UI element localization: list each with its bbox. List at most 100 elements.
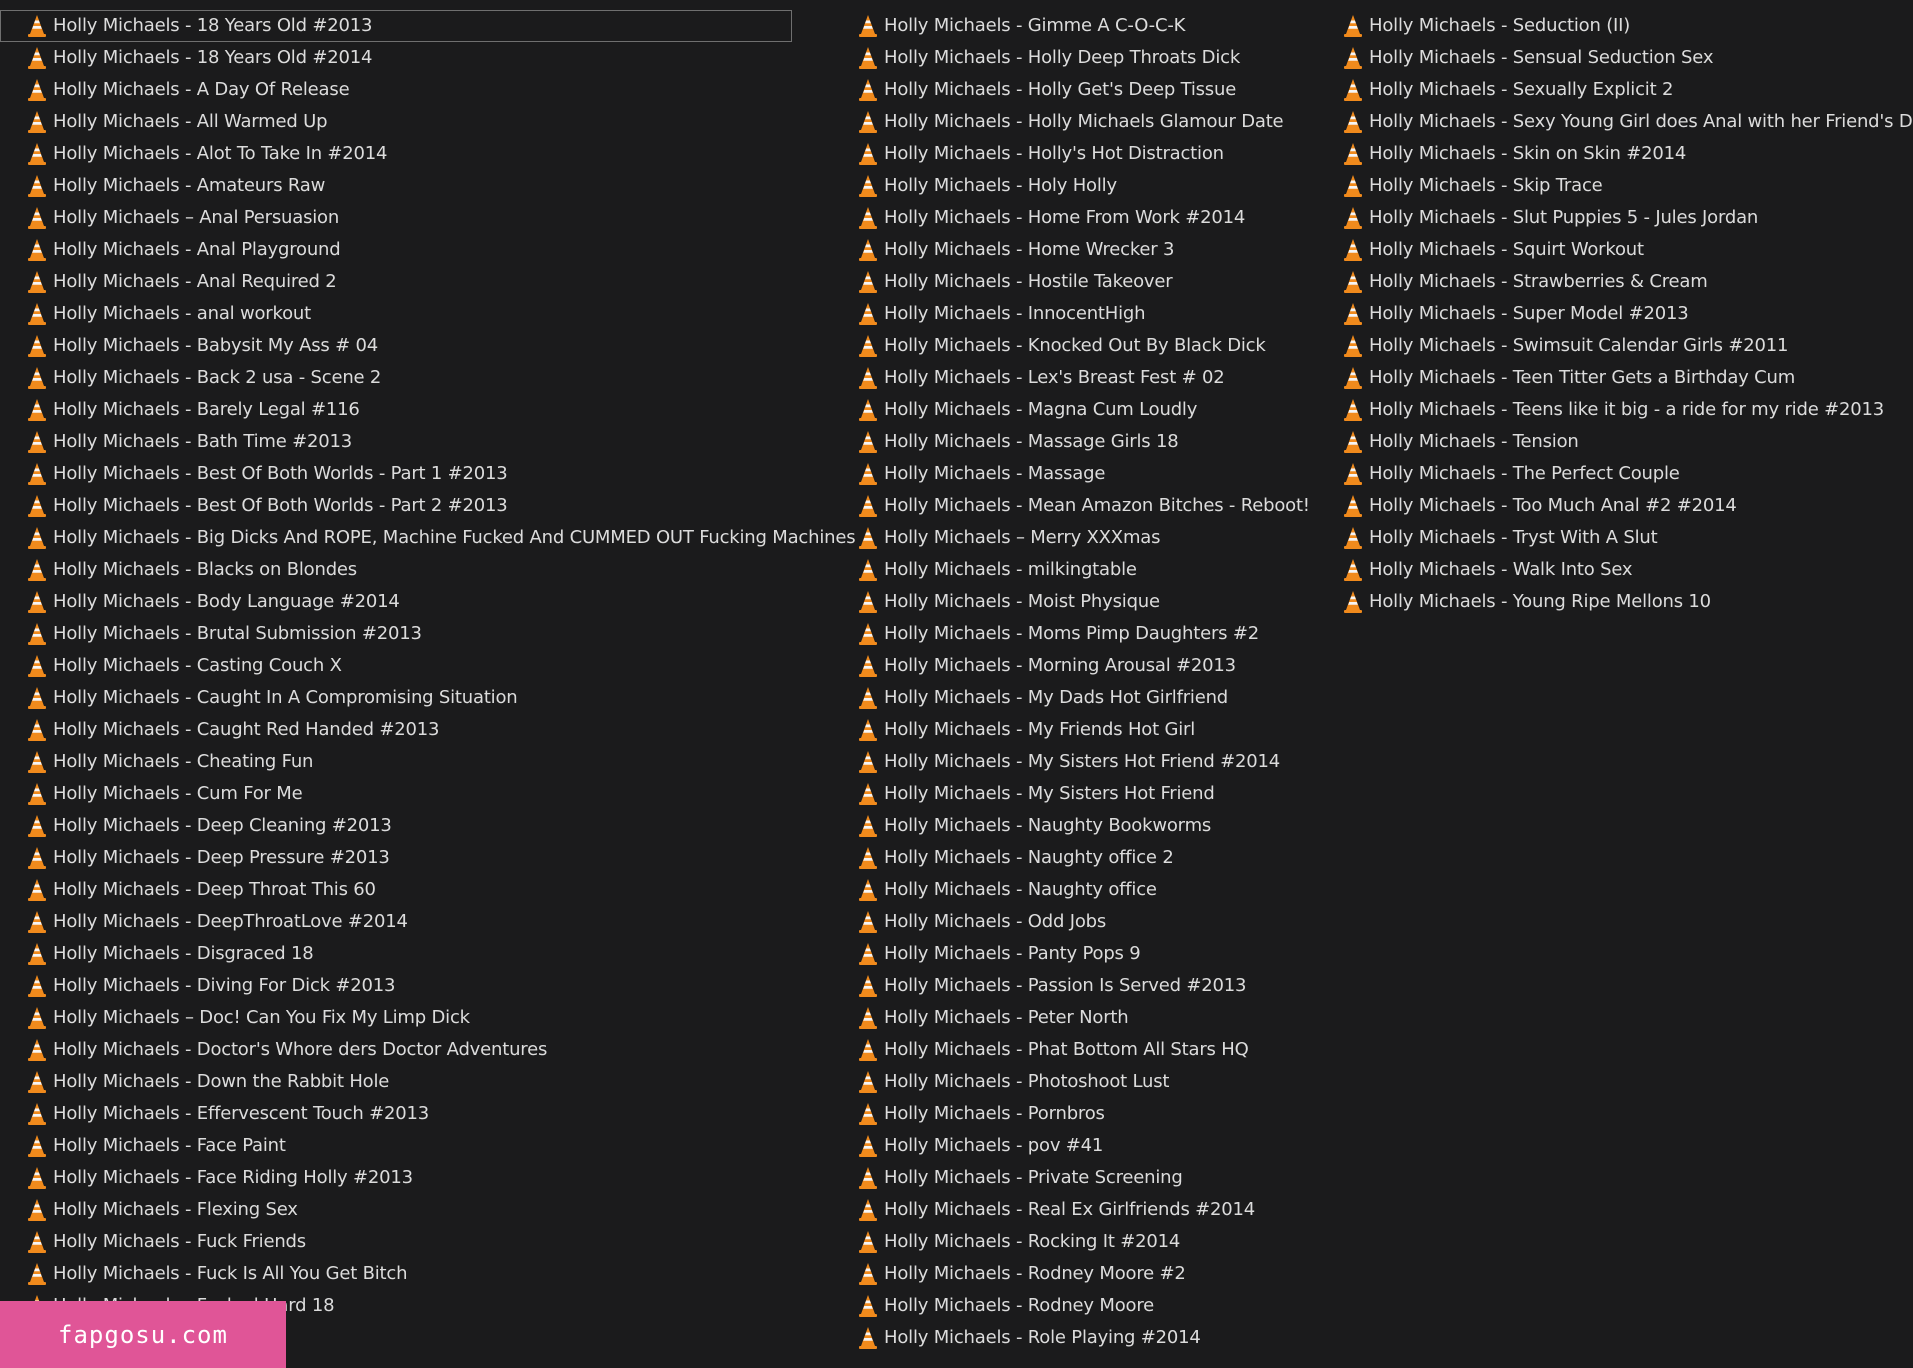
file-item[interactable]: Holly Michaels - 18 Years Old #2014 [0, 42, 792, 74]
file-item[interactable]: Holly Michaels - Best Of Both Worlds - P… [0, 458, 792, 490]
file-item[interactable]: Holly Michaels - Strawberries & Cream [1337, 266, 1897, 298]
file-item[interactable]: Holly Michaels - Big Dicks And ROPE, Mac… [0, 522, 856, 554]
file-item[interactable]: Holly Michaels - Tryst With A Slut [1337, 522, 1897, 554]
file-item[interactable]: Holly Michaels - Home Wrecker 3 [852, 234, 1322, 266]
file-item[interactable]: Holly Michaels - Holy Holly [852, 170, 1322, 202]
file-item[interactable]: Holly Michaels - Passion Is Served #2013 [852, 970, 1322, 1002]
file-item[interactable]: Holly Michaels - Down the Rabbit Hole [0, 1066, 792, 1098]
file-item[interactable]: Holly Michaels - Barely Legal #116 [0, 394, 792, 426]
file-item[interactable]: Holly Michaels - Caught In A Compromisin… [0, 682, 792, 714]
file-item[interactable]: Holly Michaels - Deep Throat This 60 [0, 874, 792, 906]
file-item[interactable]: Holly Michaels - Massage [852, 458, 1322, 490]
file-item[interactable]: Holly Michaels - Holly Michaels Glamour … [852, 106, 1322, 138]
file-item[interactable]: Holly Michaels - Skin on Skin #2014 [1337, 138, 1897, 170]
file-item[interactable]: Holly Michaels - pov #41 [852, 1130, 1322, 1162]
file-item[interactable]: Holly Michaels - Photoshoot Lust [852, 1066, 1322, 1098]
file-item[interactable]: Holly Michaels - Gimme A C-O-C-K [852, 10, 1322, 42]
file-item[interactable]: Holly Michaels - Rodney Moore #2 [852, 1258, 1322, 1290]
file-item[interactable]: Holly Michaels - Massage Girls 18 [852, 426, 1322, 458]
file-item[interactable]: Holly Michaels - Sexually Explicit 2 [1337, 74, 1897, 106]
file-item[interactable]: Holly Michaels - Deep Pressure #2013 [0, 842, 792, 874]
file-item[interactable]: Holly Michaels – Anal Persuasion [0, 202, 792, 234]
file-item[interactable]: Holly Michaels - Brutal Submission #2013 [0, 618, 792, 650]
file-item[interactable]: Holly Michaels - Mean Amazon Bitches - R… [852, 490, 1322, 522]
file-item[interactable]: Holly Michaels - Naughty office 2 [852, 842, 1322, 874]
file-item[interactable]: Holly Michaels - Real Ex Girlfriends #20… [852, 1194, 1322, 1226]
file-item[interactable]: Holly Michaels - Blacks on Blondes [0, 554, 792, 586]
file-item[interactable]: Holly Michaels - Naughty Bookworms [852, 810, 1322, 842]
file-item[interactable]: Holly Michaels - My Friends Hot Girl [852, 714, 1322, 746]
file-item[interactable]: Holly Michaels - Lex's Breast Fest # 02 [852, 362, 1322, 394]
file-item[interactable]: Holly Michaels - Hostile Takeover [852, 266, 1322, 298]
file-item[interactable]: Holly Michaels - Bath Time #2013 [0, 426, 792, 458]
file-item[interactable]: Holly Michaels - Casting Couch X [0, 650, 792, 682]
file-item[interactable]: Holly Michaels - Disgraced 18 [0, 938, 792, 970]
file-item[interactable]: Holly Michaels - My Dads Hot Girlfriend [852, 682, 1322, 714]
file-item[interactable]: Holly Michaels - Knocked Out By Black Di… [852, 330, 1322, 362]
file-item[interactable]: Holly Michaels - Cheating Fun [0, 746, 792, 778]
file-item[interactable]: Holly Michaels - All Warmed Up [0, 106, 792, 138]
file-item[interactable]: Holly Michaels - Teens like it big - a r… [1337, 394, 1897, 426]
file-item[interactable]: Holly Michaels - Holly Deep Throats Dick [852, 42, 1322, 74]
file-item[interactable]: Holly Michaels - Swimsuit Calendar Girls… [1337, 330, 1897, 362]
file-item[interactable]: Holly Michaels - Magna Cum Loudly [852, 394, 1322, 426]
file-item[interactable]: Holly Michaels - A Day Of Release [0, 74, 792, 106]
file-item[interactable]: Holly Michaels - Role Playing #2014 [852, 1322, 1322, 1354]
file-item[interactable]: Holly Michaels - 18 Years Old #2013 [0, 10, 792, 42]
file-item[interactable]: Holly Michaels - Alot To Take In #2014 [0, 138, 792, 170]
file-item[interactable]: Holly Michaels - anal workout [0, 298, 792, 330]
file-item[interactable]: Holly Michaels - Super Model #2013 [1337, 298, 1897, 330]
file-item[interactable]: Holly Michaels - Sensual Seduction Sex [1337, 42, 1897, 74]
file-item[interactable]: Holly Michaels - Slut Puppies 5 - Jules … [1337, 202, 1897, 234]
file-item[interactable]: Holly Michaels - Effervescent Touch #201… [0, 1098, 792, 1130]
file-item[interactable]: Holly Michaels - Cum For Me [0, 778, 792, 810]
file-item[interactable]: Holly Michaels – Merry XXXmas [852, 522, 1322, 554]
file-item[interactable]: Holly Michaels - Holly Get's Deep Tissue [852, 74, 1322, 106]
file-item[interactable]: Holly Michaels - Pornbros [852, 1098, 1322, 1130]
file-item[interactable]: Holly Michaels - Doctor's Whore ders Doc… [0, 1034, 792, 1066]
file-item[interactable]: Holly Michaels - Body Language #2014 [0, 586, 792, 618]
file-item[interactable]: Holly Michaels - Young Ripe Mellons 10 [1337, 586, 1897, 618]
file-item[interactable]: Holly Michaels - Moms Pimp Daughters #2 [852, 618, 1322, 650]
file-item[interactable]: Holly Michaels - Rocking It #2014 [852, 1226, 1322, 1258]
file-item[interactable]: Holly Michaels - Tension [1337, 426, 1897, 458]
file-item[interactable]: Holly Michaels - Teen Titter Gets a Birt… [1337, 362, 1897, 394]
file-item[interactable]: Holly Michaels - DeepThroatLove #2014 [0, 906, 792, 938]
file-item[interactable]: Holly Michaels - Naughty office [852, 874, 1322, 906]
file-item[interactable]: Holly Michaels - Too Much Anal #2 #2014 [1337, 490, 1897, 522]
file-item[interactable]: Holly Michaels - Fuck Is All You Get Bit… [0, 1258, 792, 1290]
file-item[interactable]: Holly Michaels - Back 2 usa - Scene 2 [0, 362, 792, 394]
file-item[interactable]: Holly Michaels - Home From Work #2014 [852, 202, 1322, 234]
file-item[interactable]: Holly Michaels - Peter North [852, 1002, 1322, 1034]
file-item[interactable]: Holly Michaels - Phat Bottom All Stars H… [852, 1034, 1322, 1066]
file-item[interactable]: Holly Michaels - Babysit My Ass # 04 [0, 330, 792, 362]
file-item[interactable]: Holly Michaels - Sexy Young Girl does An… [1337, 106, 1913, 138]
file-item[interactable]: Holly Michaels - Seduction (II) [1337, 10, 1897, 42]
file-item[interactable]: Holly Michaels - Flexing Sex [0, 1194, 792, 1226]
file-item[interactable]: Holly Michaels - Moist Physique [852, 586, 1322, 618]
file-item[interactable]: Holly Michaels - Private Screening [852, 1162, 1322, 1194]
file-item[interactable]: Holly Michaels - Caught Red Handed #2013 [0, 714, 792, 746]
file-item[interactable]: Holly Michaels – Doc! Can You Fix My Lim… [0, 1002, 792, 1034]
file-item[interactable]: Holly Michaels - Fuck Friends [0, 1226, 792, 1258]
file-item[interactable]: Holly Michaels - Face Paint [0, 1130, 792, 1162]
file-item[interactable]: Holly Michaels - Amateurs Raw [0, 170, 792, 202]
file-item[interactable]: Holly Michaels - Squirt Workout [1337, 234, 1897, 266]
file-item[interactable]: Holly Michaels - Best Of Both Worlds - P… [0, 490, 792, 522]
file-item[interactable]: Holly Michaels - Odd Jobs [852, 906, 1322, 938]
file-item[interactable]: Holly Michaels - Morning Arousal #2013 [852, 650, 1322, 682]
file-item[interactable]: Holly Michaels - Panty Pops 9 [852, 938, 1322, 970]
file-item[interactable]: Holly Michaels - Deep Cleaning #2013 [0, 810, 792, 842]
file-item[interactable]: Holly Michaels - Face Riding Holly #2013 [0, 1162, 792, 1194]
file-item[interactable]: Holly Michaels - The Perfect Couple [1337, 458, 1897, 490]
file-item[interactable]: Holly Michaels - milkingtable [852, 554, 1322, 586]
file-item[interactable]: Holly Michaels - Diving For Dick #2013 [0, 970, 792, 1002]
file-item[interactable]: Holly Michaels - Holly's Hot Distraction [852, 138, 1322, 170]
file-item[interactable]: Holly Michaels - Anal Playground [0, 234, 792, 266]
file-item[interactable]: Holly Michaels - Skip Trace [1337, 170, 1897, 202]
file-item[interactable]: Holly Michaels - Walk Into Sex [1337, 554, 1897, 586]
file-item[interactable]: Holly Michaels - My Sisters Hot Friend [852, 778, 1322, 810]
file-item[interactable]: Holly Michaels - My Sisters Hot Friend #… [852, 746, 1322, 778]
file-item[interactable]: Holly Michaels - InnocentHigh [852, 298, 1322, 330]
file-item[interactable]: Holly Michaels - Anal Required 2 [0, 266, 792, 298]
